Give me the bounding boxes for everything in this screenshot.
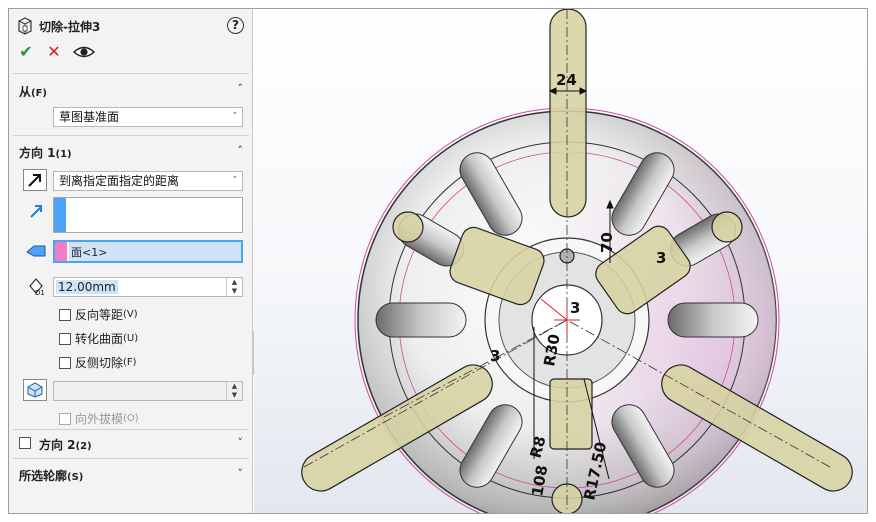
option-translate-surface[interactable]: 转化曲面(U) [59,330,138,346]
flip-side-cut-checkbox[interactable] [59,356,71,369]
draft-angle-input: ▲ ▼ [53,381,243,401]
draft-toggle-button[interactable] [23,379,47,401]
arrow-icon [28,174,41,187]
chevron-down-icon: ˅ [232,112,238,122]
selected-contours-header[interactable]: 所选轮廓(S) [19,467,83,484]
direction2-section: 方向 2(2) ˅ [13,429,249,457]
from-select-value: 草图基准面 [59,110,120,124]
direction-vector-selection-box[interactable] [53,197,243,233]
spinner-arrows-icon[interactable]: ▲ ▼ [226,278,242,296]
graphics-viewport[interactable]: 24 70 3 3 3 R30 R8 108 R17.50 [254,9,868,513]
direction2-header[interactable]: 方向 2(2) [39,436,92,453]
face-select-icon [26,245,46,257]
property-manager-header: 切除-拉伸3 ? [9,9,253,41]
dimension-3-left[interactable]: 3 [490,347,500,365]
chevron-down-icon[interactable]: ˅ [238,436,244,449]
face-selection-box[interactable]: 面<1> [53,240,243,263]
cut-extrude-icon [18,17,32,35]
draft-outward-checkbox [59,412,71,425]
pink-color-swatch [55,242,67,261]
option-flip-side-cut[interactable]: 反侧切除(F) [59,354,137,370]
left-small-circle [392,211,424,243]
dimension-3-center[interactable]: 3 [570,299,580,317]
action-buttons: ✔ ✕ [17,43,117,63]
svg-text:D1: D1 [35,289,45,296]
from-section: 从(F) ˄ 草图基准面 ˅ [13,73,249,135]
help-icon[interactable]: ? [227,17,244,34]
option-draft-outward: 向外拔模(O) [59,410,139,426]
face-selection-item[interactable]: 面<1> [69,242,241,261]
property-manager: 切除-拉伸3 ? ✔ ✕ 从(F) ˄ 草图基准面 ˅ 方向 1(1) ˄ 到离… [9,9,253,513]
direction1-header[interactable]: 方向 1(1) [19,144,72,161]
feature-title: 切除-拉伸3 [39,20,101,34]
from-header[interactable]: 从(F) [19,83,47,100]
translate-surface-checkbox[interactable] [59,332,71,345]
direction2-checkbox[interactable] [19,437,31,449]
direction1-section: 方向 1(1) ˄ 到离指定面指定的距离 ˅ 面<1> D1 12.00mm ▲… [13,135,249,429]
reverse-direction-button[interactable] [23,169,47,191]
chevron-up-icon[interactable]: ˄ [238,82,244,95]
cancel-button[interactable]: ✕ [45,43,63,61]
ok-button[interactable]: ✔ [17,43,35,61]
draft-icon [27,382,43,398]
chevron-down-icon[interactable]: ˅ [238,467,244,480]
from-select[interactable]: 草图基准面 ˅ [53,107,243,127]
right-small-circle [711,211,743,243]
spinner-arrows-icon: ▲ ▼ [226,382,242,400]
dimension-3-right[interactable]: 3 [656,249,666,267]
application-window: 切除-拉伸3 ? ✔ ✕ 从(F) ˄ 草图基准面 ˅ 方向 1(1) ˄ 到离… [8,8,868,514]
face-selection-label: 面<1> [71,246,108,259]
end-condition-select[interactable]: 到离指定面指定的距离 ˅ [53,171,243,191]
dimension-24[interactable]: 24 [556,71,577,89]
top-slot [549,9,587,218]
dimension-70[interactable]: 70 [598,232,616,253]
selected-contours-section: 所选轮廓(S) ˅ [13,458,249,488]
bottom-slot [549,378,593,450]
chevron-down-icon: ˅ [232,176,238,186]
chevron-up-icon[interactable]: ˄ [238,144,244,157]
distance-value: 12.00mm [56,280,118,294]
distance-input[interactable]: 12.00mm ▲ ▼ [53,277,243,297]
reverse-offset-checkbox[interactable] [59,308,71,321]
direction-vector-icon [30,205,42,218]
model-sketch-canvas[interactable]: 24 70 3 3 3 R30 R8 108 R17.50 [254,9,868,513]
end-condition-value: 到离指定面指定的距离 [59,174,180,188]
distance-dimension-icon: D1 [29,278,45,296]
blue-color-swatch [54,198,66,232]
option-reverse-offset[interactable]: 反向等距(V) [59,306,138,322]
eye-icon[interactable] [73,43,95,61]
